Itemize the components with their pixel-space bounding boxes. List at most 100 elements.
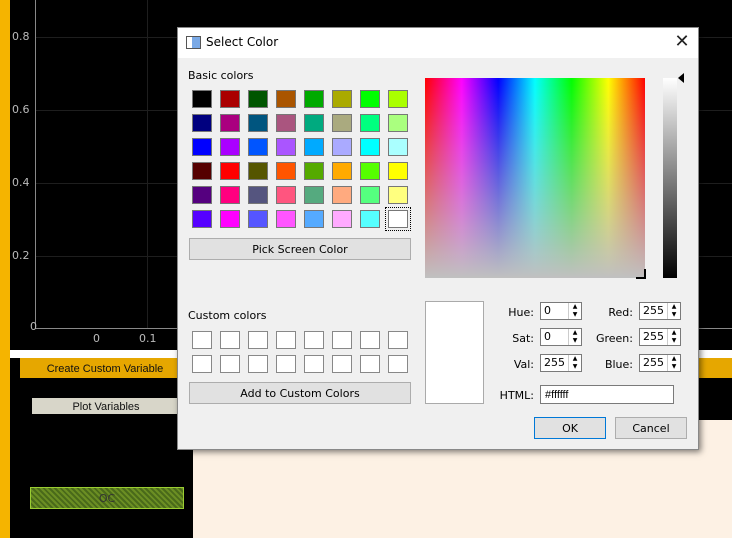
- x-tick-label: 0.1: [139, 332, 157, 345]
- basic-color-swatch[interactable]: [304, 138, 324, 156]
- basic-color-swatch[interactable]: [332, 186, 352, 204]
- hue-spinbox[interactable]: 0 ▲ ▼: [540, 302, 582, 320]
- basic-color-swatch[interactable]: [388, 186, 408, 204]
- custom-color-slot[interactable]: [276, 355, 296, 373]
- spin-arrows-icon[interactable]: ▲ ▼: [568, 355, 581, 371]
- custom-color-slot[interactable]: [360, 331, 380, 349]
- custom-color-slot[interactable]: [192, 331, 212, 349]
- basic-color-swatch[interactable]: [332, 210, 352, 228]
- basic-color-swatch[interactable]: [360, 90, 380, 108]
- spin-arrows-icon[interactable]: ▲ ▼: [568, 329, 581, 345]
- y-tick-label: 0.2: [12, 249, 30, 262]
- green-label: Green:: [595, 332, 633, 345]
- basic-color-swatch[interactable]: [220, 210, 240, 228]
- basic-color-swatch[interactable]: [192, 138, 212, 156]
- basic-color-swatch[interactable]: [248, 186, 268, 204]
- ok-button[interactable]: OK: [534, 417, 606, 439]
- basic-color-swatch[interactable]: [360, 186, 380, 204]
- spin-arrows-icon[interactable]: ▲ ▼: [568, 303, 581, 319]
- dialog-titlebar[interactable]: Select Color ✕: [178, 28, 698, 58]
- custom-color-slot[interactable]: [388, 355, 408, 373]
- dialog-title: Select Color: [206, 35, 279, 49]
- val-spinbox[interactable]: 255 ▲ ▼: [540, 354, 582, 372]
- blue-spinbox[interactable]: 255 ▲ ▼: [639, 354, 681, 372]
- custom-color-slot[interactable]: [360, 355, 380, 373]
- basic-color-swatch[interactable]: [332, 162, 352, 180]
- basic-color-swatch[interactable]: [332, 114, 352, 132]
- basic-color-swatch[interactable]: [276, 114, 296, 132]
- spin-arrows-icon[interactable]: ▲ ▼: [667, 303, 680, 319]
- luminance-arrow-icon[interactable]: [678, 73, 684, 83]
- basic-color-swatch[interactable]: [304, 90, 324, 108]
- sat-value: 0: [544, 330, 551, 343]
- basic-color-swatch[interactable]: [248, 162, 268, 180]
- basic-color-swatch[interactable]: [360, 210, 380, 228]
- basic-color-swatch[interactable]: [304, 162, 324, 180]
- pick-screen-color-button[interactable]: Pick Screen Color: [189, 238, 411, 260]
- basic-color-swatch[interactable]: [192, 114, 212, 132]
- basic-color-swatch[interactable]: [388, 138, 408, 156]
- custom-color-slot[interactable]: [248, 355, 268, 373]
- custom-color-slot[interactable]: [304, 331, 324, 349]
- basic-color-swatch[interactable]: [248, 90, 268, 108]
- spin-arrows-icon[interactable]: ▲ ▼: [667, 355, 680, 371]
- basic-color-swatch[interactable]: [248, 210, 268, 228]
- html-label: HTML:: [499, 389, 534, 402]
- basic-color-swatch[interactable]: [388, 114, 408, 132]
- plot-variables-button[interactable]: Plot Variables: [32, 398, 180, 414]
- basic-color-swatch[interactable]: [220, 90, 240, 108]
- basic-color-swatch[interactable]: [192, 210, 212, 228]
- y-tick-label: 0.8: [12, 30, 30, 43]
- custom-color-slot[interactable]: [220, 355, 240, 373]
- create-custom-variable-button[interactable]: Create Custom Variable: [20, 358, 190, 378]
- basic-color-swatch[interactable]: [220, 138, 240, 156]
- basic-color-swatch[interactable]: [192, 90, 212, 108]
- custom-color-slot[interactable]: [220, 331, 240, 349]
- basic-color-swatch[interactable]: [388, 90, 408, 108]
- basic-color-swatch[interactable]: [332, 138, 352, 156]
- basic-color-swatch[interactable]: [360, 162, 380, 180]
- basic-colors-label: Basic colors: [188, 69, 254, 82]
- basic-color-swatch[interactable]: [304, 186, 324, 204]
- red-spinbox[interactable]: 255 ▲ ▼: [639, 302, 681, 320]
- custom-color-slot[interactable]: [304, 355, 324, 373]
- spin-arrows-icon[interactable]: ▲ ▼: [667, 329, 680, 345]
- custom-color-slot[interactable]: [332, 331, 352, 349]
- basic-color-swatch[interactable]: [360, 138, 380, 156]
- basic-color-swatch[interactable]: [248, 138, 268, 156]
- basic-color-swatch[interactable]: [220, 162, 240, 180]
- basic-color-swatch[interactable]: [304, 114, 324, 132]
- variable-bar[interactable]: OC: [30, 487, 184, 509]
- basic-color-swatch[interactable]: [192, 162, 212, 180]
- custom-color-slot[interactable]: [276, 331, 296, 349]
- basic-color-swatch[interactable]: [276, 90, 296, 108]
- custom-color-slot[interactable]: [192, 355, 212, 373]
- sat-spinbox[interactable]: 0 ▲ ▼: [540, 328, 582, 346]
- basic-color-swatch[interactable]: [388, 162, 408, 180]
- add-to-custom-colors-button[interactable]: Add to Custom Colors: [189, 382, 411, 404]
- custom-color-slot[interactable]: [388, 331, 408, 349]
- basic-color-swatch[interactable]: [276, 138, 296, 156]
- close-icon[interactable]: ✕: [670, 32, 694, 54]
- basic-color-swatch[interactable]: [276, 186, 296, 204]
- basic-color-swatch[interactable]: [385, 207, 411, 231]
- y-tick-label: 0: [30, 320, 37, 333]
- basic-color-swatch[interactable]: [220, 114, 240, 132]
- basic-color-swatch[interactable]: [304, 210, 324, 228]
- basic-color-swatch[interactable]: [276, 162, 296, 180]
- custom-color-slot[interactable]: [248, 331, 268, 349]
- basic-color-swatch[interactable]: [332, 90, 352, 108]
- basic-color-swatch[interactable]: [248, 114, 268, 132]
- luminance-slider[interactable]: [663, 78, 677, 278]
- basic-color-swatch[interactable]: [360, 114, 380, 132]
- cancel-button[interactable]: Cancel: [615, 417, 687, 439]
- basic-color-swatch[interactable]: [192, 186, 212, 204]
- basic-color-swatch[interactable]: [220, 186, 240, 204]
- custom-color-slot[interactable]: [332, 355, 352, 373]
- hue-value: 0: [544, 304, 551, 317]
- select-color-dialog: Select Color ✕ Basic colors Pick Screen …: [177, 27, 699, 450]
- color-spectrum[interactable]: [425, 78, 645, 278]
- html-color-input[interactable]: [540, 385, 674, 404]
- basic-color-swatch[interactable]: [276, 210, 296, 228]
- green-spinbox[interactable]: 255 ▲ ▼: [639, 328, 681, 346]
